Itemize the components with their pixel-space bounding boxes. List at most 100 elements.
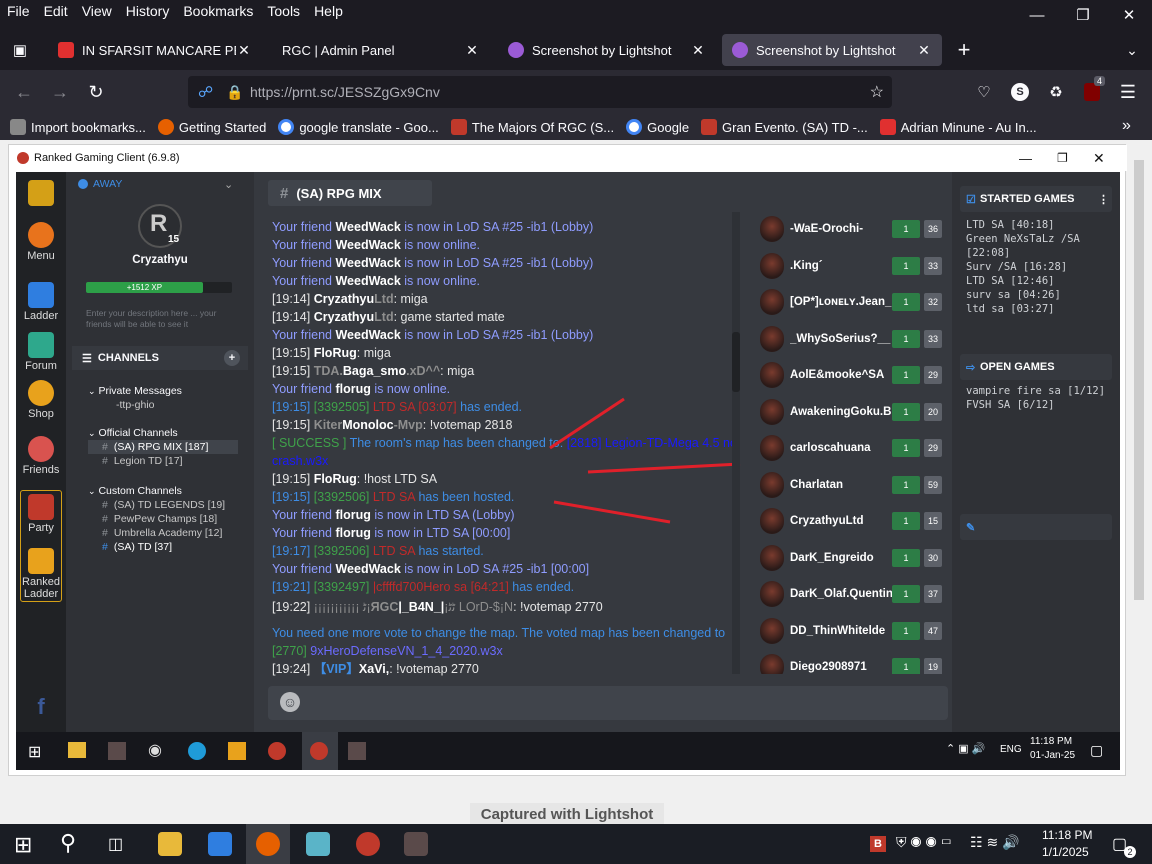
tab-list-icon[interactable]: ▣ (6, 36, 34, 64)
forward-button[interactable]: → (46, 78, 74, 106)
description-input[interactable]: Enter your description here ... your fri… (86, 308, 236, 330)
account-icon[interactable]: S (1006, 78, 1034, 106)
user-row[interactable]: DarK_Engreido 1 30 (750, 541, 946, 575)
user-row[interactable]: AwakeningGoku.Blac 1 20 (750, 395, 946, 429)
avatar[interactable]: R 15 (138, 204, 182, 248)
rgc-close-button[interactable]: ✕ (1093, 150, 1105, 167)
party-button[interactable]: Party (16, 494, 66, 534)
url-bar[interactable]: ☍ 🔒 https://prnt.sc/JESSZgGx9Cnv ☆ (188, 76, 892, 108)
game-item[interactable]: LTD SA [40:18] (966, 218, 1116, 232)
game-item[interactable]: vampire fire sa [1/12] (966, 384, 1116, 398)
close-window-button[interactable]: ✕ (1106, 0, 1152, 30)
shop-button[interactable]: Shop (16, 380, 66, 420)
menu-tools[interactable]: Tools (260, 0, 307, 22)
file-explorer-icon[interactable] (158, 832, 182, 856)
channel-item[interactable]: # Umbrella Academy [12] (88, 526, 238, 540)
minimize-button[interactable]: — (1014, 0, 1060, 30)
game-item[interactable]: FVSH SA [6/12] (966, 398, 1116, 412)
create-game-button[interactable]: ✎ (960, 514, 1112, 540)
clock-date[interactable]: 1/1/2025 (1042, 845, 1089, 859)
tab-admin-panel[interactable]: RGC | Admin Panel ✕ (272, 34, 490, 66)
channel-item[interactable]: -ttp-ghio (88, 398, 238, 412)
extensions-icon[interactable]: ♻ (1042, 78, 1070, 106)
add-channel-button[interactable]: + (224, 350, 240, 366)
bookmark-adrian-minune[interactable]: Adrian Minune - Au In... (879, 119, 1037, 135)
app-icon[interactable] (306, 832, 330, 856)
emoji-icon[interactable]: ☺ (280, 692, 300, 712)
shield-icon[interactable]: ☍ (198, 83, 213, 101)
user-row[interactable]: DD_ThinWhitelde 1 47 (750, 614, 946, 648)
url-text[interactable]: https://prnt.sc/JESSZgGx9Cnv (250, 84, 440, 100)
menu-bookmarks[interactable]: Bookmarks (176, 0, 260, 22)
user-row[interactable]: CryzathyuLtd 1 15 (750, 504, 946, 538)
tray-icons[interactable]: ⛨ ◉ ◉ ▭ (896, 834, 952, 851)
tab-lightshot-1[interactable]: Screenshot by Lightshot ✕ (498, 34, 716, 66)
chat-scrollbar[interactable] (732, 212, 740, 674)
bookmark-star-icon[interactable]: ☆ (870, 82, 884, 102)
menu-view[interactable]: View (75, 0, 119, 22)
network-volume-icons[interactable]: ☷ ≋ 🔊 (970, 834, 1020, 851)
game-item[interactable]: Green NeXsTaLz /SA [22:08] (966, 232, 1116, 260)
rgc-app-icon[interactable] (356, 832, 380, 856)
menu-edit[interactable]: Edit (37, 0, 75, 22)
chevron-down-icon[interactable]: ⌄ (1118, 36, 1146, 64)
group-official-channels[interactable]: ⌄ Official Channels (88, 426, 238, 440)
game-item[interactable]: ltd sa [03:27] (966, 302, 1116, 316)
lock-icon[interactable]: 🔒 (226, 84, 243, 101)
game-item[interactable]: surv sa [04:26] (966, 288, 1116, 302)
channel-item-selected[interactable]: # (SA) RPG MIX [187] (88, 440, 238, 454)
chat-input[interactable]: ☺ (268, 686, 948, 720)
user-row[interactable]: DarK_Olaf.Quentinh 1 37 (750, 577, 946, 611)
back-button[interactable]: ← (10, 78, 38, 106)
bookmark-google[interactable]: Google (626, 119, 689, 135)
close-tab-icon[interactable]: ✕ (236, 42, 252, 59)
user-row[interactable]: [OP*]ʟᴏɴᴇʟʏ.Jean_D 1 32 (750, 285, 946, 319)
status-dropdown[interactable]: AWAY ⌄ (78, 178, 233, 191)
ladder-button[interactable]: Ladder (16, 282, 66, 322)
user-row[interactable]: AolE&mooke^SA 1 29 (750, 358, 946, 392)
ranked-ladder-button[interactable]: Ranked Ladder (16, 548, 66, 600)
user-row[interactable]: carloscahuana 1 29 (750, 431, 946, 465)
tab-lightshot-2[interactable]: Screenshot by Lightshot ✕ (722, 34, 942, 66)
rgc-restore-button[interactable]: ❐ (1057, 151, 1068, 165)
user-row[interactable]: _WhySoSerius?__ 1 33 (750, 322, 946, 356)
clock-time[interactable]: 11:18 PM (1042, 828, 1092, 842)
reload-button[interactable]: ↻ (82, 78, 110, 106)
user-row[interactable]: -WaE-Orochi- 1 36 (750, 212, 946, 246)
store-icon[interactable] (208, 832, 232, 856)
bookmark-gran-evento[interactable]: Gran Evento. (SA) TD -... (701, 119, 868, 135)
channel-item[interactable]: # PewPew Champs [18] (88, 512, 238, 526)
firefox-icon[interactable] (256, 832, 280, 856)
game-icon[interactable] (404, 832, 428, 856)
menu-help[interactable]: Help (307, 0, 350, 22)
facebook-icon[interactable]: f (16, 694, 66, 720)
menu-file[interactable]: File (0, 0, 37, 22)
menu-history[interactable]: History (119, 0, 177, 22)
chat-scrollbar-thumb[interactable] (732, 332, 740, 392)
new-tab-button[interactable]: + (950, 36, 978, 64)
channel-item[interactable]: # Legion TD [17] (88, 454, 238, 468)
restore-button[interactable]: ❐ (1060, 0, 1106, 30)
bookmarks-overflow-icon[interactable]: » (1122, 117, 1131, 135)
friends-button[interactable]: Friends (16, 436, 66, 476)
channel-item[interactable]: # (SA) TD LEGENDS [19] (88, 498, 238, 512)
menu-button[interactable]: Menu (16, 222, 66, 262)
hamburger-menu-icon[interactable]: ☰ (1114, 78, 1142, 106)
user-row[interactable]: Diego2908971 1 19 (750, 650, 946, 674)
forum-button[interactable]: Forum (16, 332, 66, 372)
tab-youtube[interactable]: IN SFARSIT MANCARE PESTE M ✕ (48, 34, 262, 66)
close-tab-icon[interactable]: ✕ (916, 42, 932, 59)
game-item[interactable]: LTD SA [12:46] (966, 274, 1116, 288)
tray-b-icon[interactable]: B (870, 836, 886, 852)
user-row[interactable]: .King´ 1 33 (750, 249, 946, 283)
group-custom-channels[interactable]: ⌄ Custom Channels (88, 484, 238, 498)
start-button[interactable]: ⊞ (14, 832, 32, 858)
pocket-icon[interactable]: ♡ (970, 78, 998, 106)
rgc-minimize-button[interactable]: — (1019, 151, 1032, 166)
ublock-icon[interactable]: 4 (1078, 76, 1106, 106)
game-item[interactable]: Surv /SA [16:28] (966, 260, 1116, 274)
close-tab-icon[interactable]: ✕ (690, 42, 706, 59)
page-scrollbar[interactable] (1134, 160, 1144, 600)
bookmark-getting-started[interactable]: Getting Started (157, 119, 266, 135)
channel-item[interactable]: # (SA) TD [37] (88, 540, 238, 554)
